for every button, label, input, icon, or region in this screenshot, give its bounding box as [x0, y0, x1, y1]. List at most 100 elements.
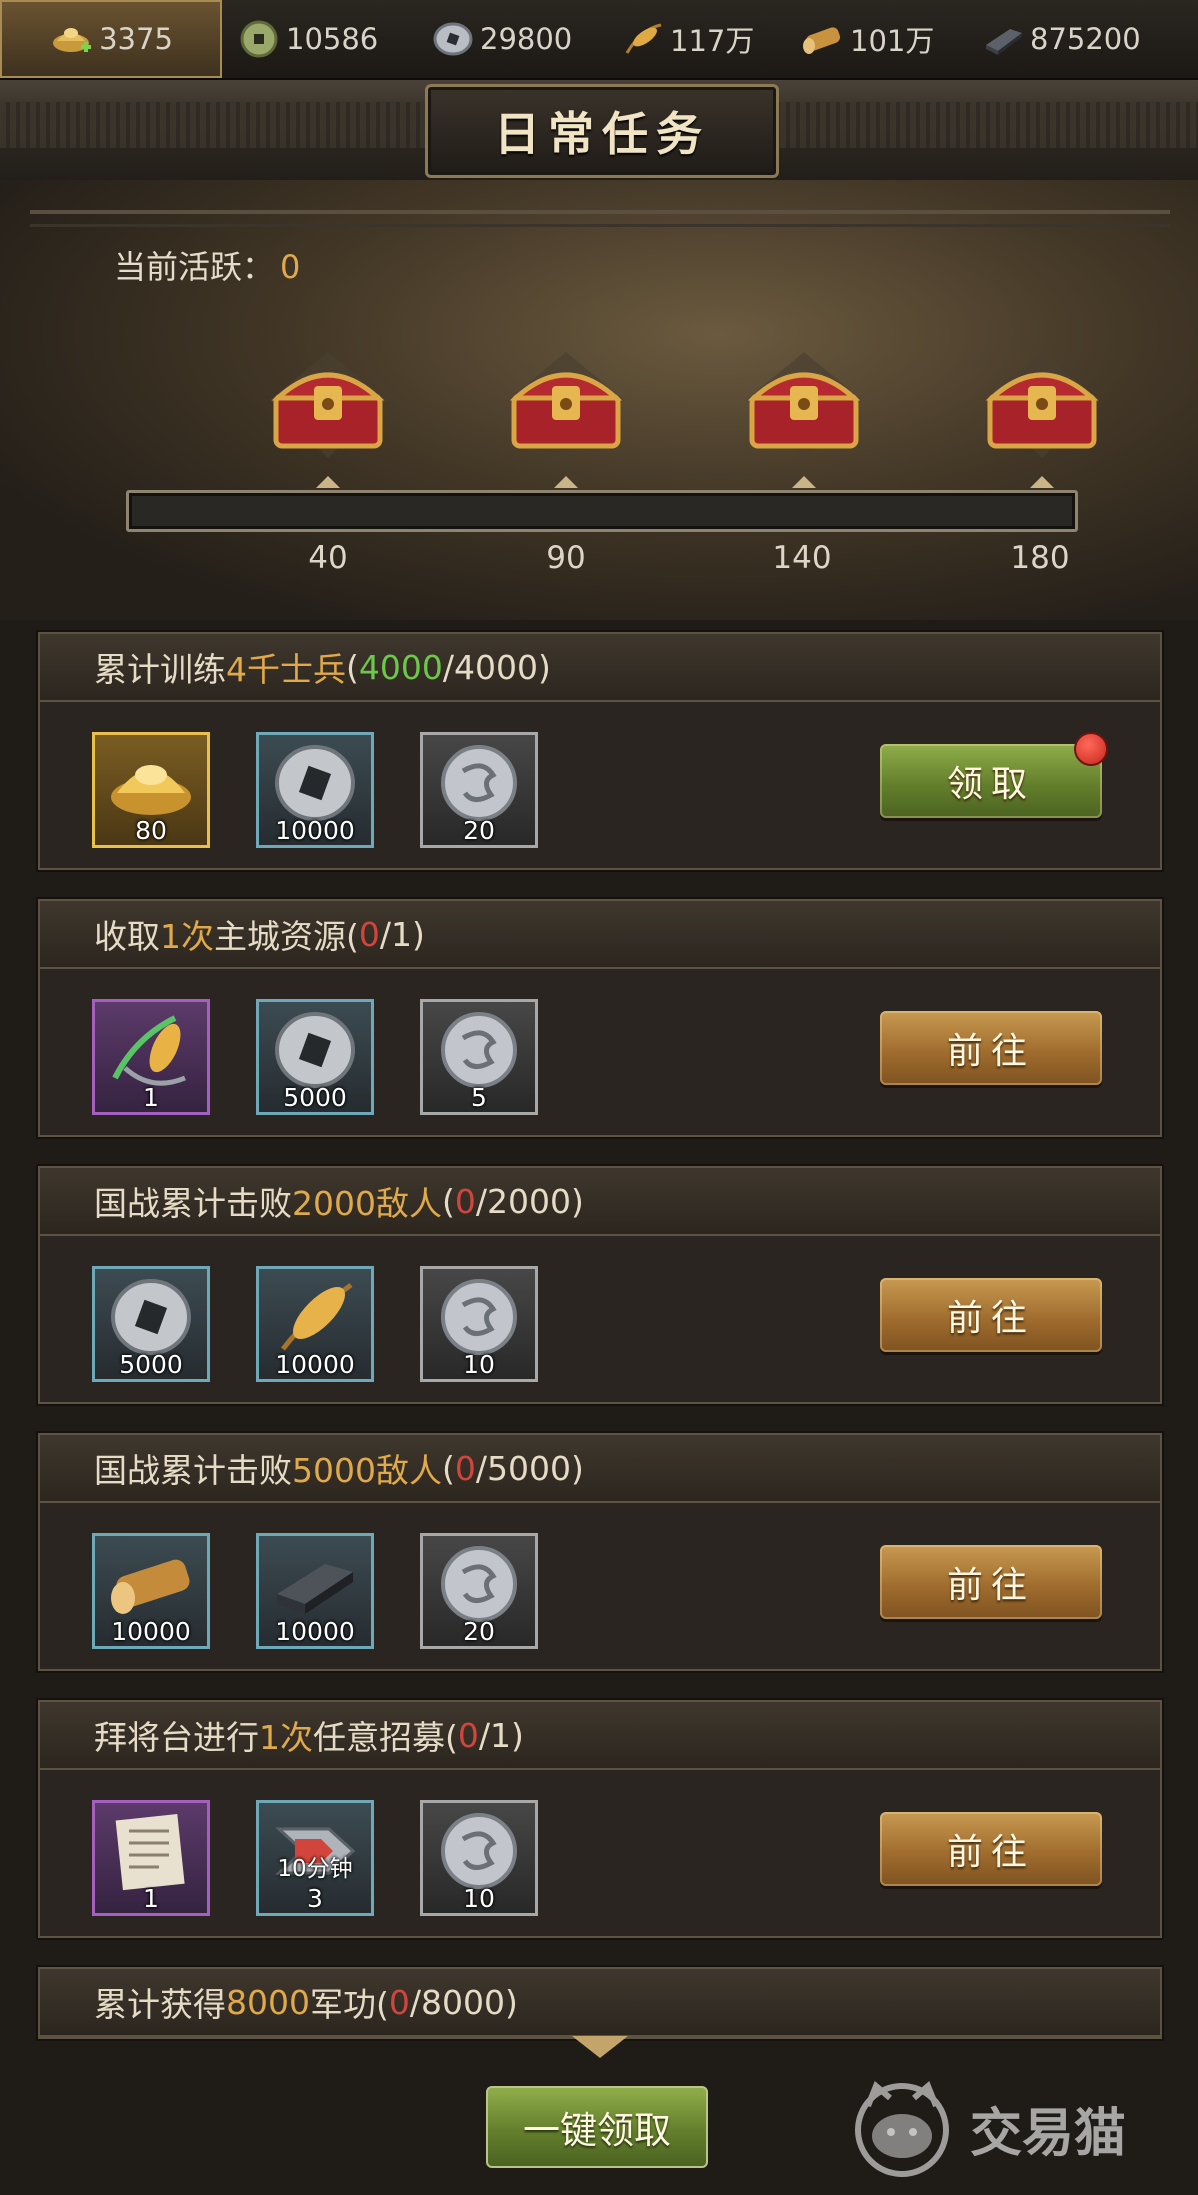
reward-item[interactable]: 5000	[256, 999, 374, 1115]
task-progress-total: /2000)	[475, 1181, 584, 1221]
milestone-marker	[316, 476, 340, 488]
task-card: 国战累计击败 2000敌人(0/2000) 5000 10000 10 前往	[38, 1166, 1162, 1404]
task-progress-total: /4000)	[442, 647, 551, 687]
task-title: 拜将台进行 1次 任意招募(0/1)	[40, 1702, 1160, 1770]
task-title: 收取 1次 主城资源(0/1)	[40, 901, 1160, 969]
reward-item[interactable]: 10000	[256, 1266, 374, 1382]
task-title-text: 国战累计击败	[94, 1451, 292, 1490]
reward-item[interactable]: 10000	[256, 732, 374, 848]
milestone-threshold: 40	[308, 540, 348, 576]
task-title-text: 累计获得	[94, 1985, 226, 2024]
task-title-text: (	[441, 1448, 455, 1488]
page-title: 日常任务	[494, 107, 710, 161]
go-button-label: 前往	[946, 1832, 1035, 1873]
reward-count: 20	[463, 816, 495, 845]
reward-item[interactable]: 10000	[92, 1533, 210, 1649]
treasure-chest-icon	[270, 352, 386, 458]
reward-item[interactable]: 10000	[256, 1533, 374, 1649]
reward-count: 10000	[275, 1617, 355, 1646]
milestone-marker	[792, 476, 816, 488]
go-button[interactable]: 前往	[880, 1812, 1102, 1886]
task-rewards: 1 5000 5 前往	[40, 969, 1160, 1135]
silver-coin-icon	[111, 1279, 191, 1355]
milestone-threshold: 180	[1010, 540, 1070, 576]
resource-value: 3375	[99, 22, 173, 56]
claim-button-label: 领取	[946, 764, 1035, 805]
task-title: 累计获得 8000 军功(0/8000)	[40, 1969, 1160, 2037]
reward-count: 5	[471, 1083, 487, 1112]
resource-gold[interactable]: 3375	[0, 0, 222, 78]
scroll-icon	[115, 1814, 185, 1891]
reward-count: 1	[143, 1083, 159, 1112]
task-title-text: 拜将台进行	[94, 1718, 259, 1757]
resource-jade[interactable]: 10586	[236, 0, 416, 78]
reward-item[interactable]: 10分钟 3	[256, 1800, 374, 1916]
claim-button[interactable]: 领取	[880, 732, 1108, 818]
wood-log-icon	[800, 16, 846, 62]
task-card: 收取 1次 主城资源(0/1) 1 5000 5 前往	[38, 899, 1162, 1137]
reward-item[interactable]: 5000	[92, 1266, 210, 1382]
reward-item[interactable]: 1	[92, 999, 210, 1115]
task-title: 国战累计击败 5000敌人(0/5000)	[40, 1435, 1160, 1503]
activity-panel: 当前活跃： 0 40 90 140 180	[0, 180, 1198, 620]
iron-ingot-icon	[277, 1564, 353, 1614]
task-rewards: 10000 10000 20 前往	[40, 1503, 1160, 1669]
claim-all-label: 一键领取	[523, 2109, 671, 2152]
task-progress-current: 0	[457, 1715, 479, 1755]
task-title-highlight: 5000敌人	[292, 1451, 442, 1490]
reward-count: 3	[307, 1884, 323, 1913]
reward-chest-3[interactable]	[742, 350, 866, 460]
reward-item[interactable]: 5	[420, 999, 538, 1115]
milestone-threshold: 90	[546, 540, 586, 576]
reward-count: 5000	[283, 1083, 347, 1112]
reward-item[interactable]: 20	[420, 732, 538, 848]
resource-wood[interactable]: 101万	[800, 0, 980, 78]
silver-coin-icon	[430, 16, 476, 62]
treasure-chest-icon	[746, 352, 862, 458]
treasure-chest-icon	[984, 352, 1100, 458]
activity-label: 当前活跃：	[114, 248, 275, 286]
reward-chest-2[interactable]	[504, 350, 628, 460]
reward-item[interactable]: 1	[92, 1800, 210, 1916]
task-title-text: 任意招募(	[313, 1718, 458, 1757]
task-title: 国战累计击败 2000敌人(0/2000)	[40, 1168, 1160, 1236]
scroll-down-chevron-icon[interactable]	[572, 2036, 628, 2058]
go-button[interactable]: 前往	[880, 1545, 1102, 1619]
gold-ingot-add-icon	[49, 16, 95, 62]
resource-iron[interactable]: 875200	[980, 0, 1170, 78]
go-button[interactable]: 前往	[880, 1011, 1102, 1085]
reward-item[interactable]: 10	[420, 1800, 538, 1916]
reward-count: 80	[135, 816, 167, 845]
reward-count: 20	[463, 1617, 495, 1646]
silver-coin-icon	[275, 1012, 355, 1088]
notification-dot	[1074, 732, 1108, 766]
reward-chest-4[interactable]	[980, 350, 1104, 460]
task-progress-current: 4000	[358, 647, 443, 687]
resource-silver[interactable]: 29800	[430, 0, 620, 78]
task-card: 累计获得 8000 军功(0/8000)	[38, 1967, 1162, 2039]
task-rewards: 1 10分钟 3 10 前往	[40, 1770, 1160, 1936]
task-title-highlight: 1次	[259, 1718, 313, 1757]
task-title-text: 军功(	[309, 1985, 389, 2024]
reward-item[interactable]: 10	[420, 1266, 538, 1382]
task-card: 拜将台进行 1次 任意招募(0/1) 1 10分钟 3 10 前往	[38, 1700, 1162, 1938]
task-title-highlight: 1次	[160, 917, 214, 956]
reward-chest-1[interactable]	[266, 350, 390, 460]
milestone-marker	[554, 476, 578, 488]
go-button-label: 前往	[946, 1298, 1035, 1339]
task-title-text: 累计训练	[94, 650, 226, 689]
jade-coin-icon	[236, 16, 282, 62]
go-button[interactable]: 前往	[880, 1278, 1102, 1352]
resource-grain[interactable]: 117万	[620, 0, 800, 78]
reward-item[interactable]: 20	[420, 1533, 538, 1649]
reward-item[interactable]: 80	[92, 732, 210, 848]
milestone-marker	[1030, 476, 1054, 488]
task-title-text: (	[441, 1181, 455, 1221]
reward-count: 10000	[275, 816, 355, 845]
task-title-text: 国战累计击败	[94, 1184, 292, 1223]
reward-count: 1	[143, 1884, 159, 1913]
go-button-label: 前往	[946, 1031, 1035, 1072]
task-title-highlight: 4千士兵	[226, 650, 346, 689]
grain-sickle-icon	[112, 1015, 186, 1086]
claim-all-button[interactable]: 一键领取	[486, 2086, 708, 2168]
